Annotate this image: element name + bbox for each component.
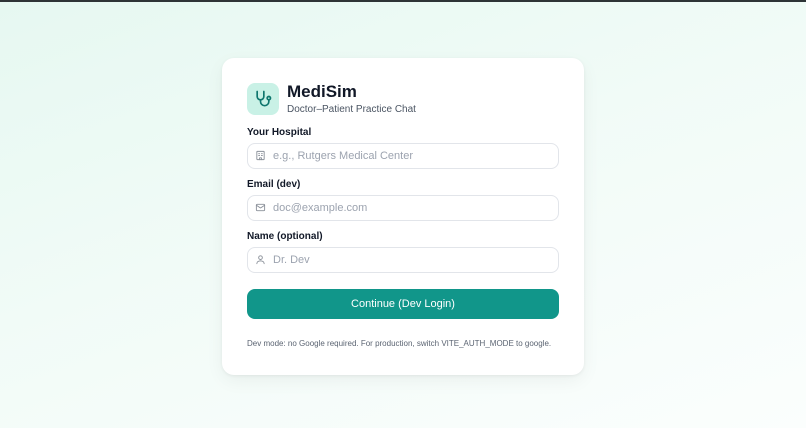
app-logo — [247, 83, 279, 115]
email-label: Email (dev) — [247, 179, 301, 190]
brand-text: MediSim Doctor–Patient Practice Chat — [287, 82, 416, 117]
hospital-label: Your Hospital — [247, 127, 312, 138]
app-subtitle: Doctor–Patient Practice Chat — [287, 103, 416, 115]
app-title: MediSim — [287, 81, 357, 101]
name-field-group: Name (optional) — [247, 231, 560, 273]
hospital-input-wrapper[interactable] — [247, 143, 559, 169]
email-field-group: Email (dev) — [247, 179, 560, 221]
name-label: Name (optional) — [247, 231, 323, 242]
name-input-wrapper[interactable] — [247, 247, 559, 273]
brand-header: MediSim Doctor–Patient Practice Chat — [247, 82, 560, 116]
dev-mode-note: Dev mode: no Google required. For produc… — [247, 339, 552, 348]
continue-button[interactable]: Continue (Dev Login) — [247, 289, 559, 319]
email-input[interactable] — [248, 196, 558, 220]
mail-icon — [255, 203, 266, 212]
name-input[interactable] — [248, 248, 558, 272]
stethoscope-icon — [256, 90, 272, 107]
user-icon — [256, 255, 265, 265]
hospital-icon — [256, 150, 265, 161]
email-input-wrapper[interactable] — [247, 195, 559, 221]
hospital-input[interactable] — [248, 144, 558, 168]
hospital-field-group: Your Hospital — [247, 127, 560, 169]
login-card: MediSim Doctor–Patient Practice Chat You… — [222, 58, 584, 375]
